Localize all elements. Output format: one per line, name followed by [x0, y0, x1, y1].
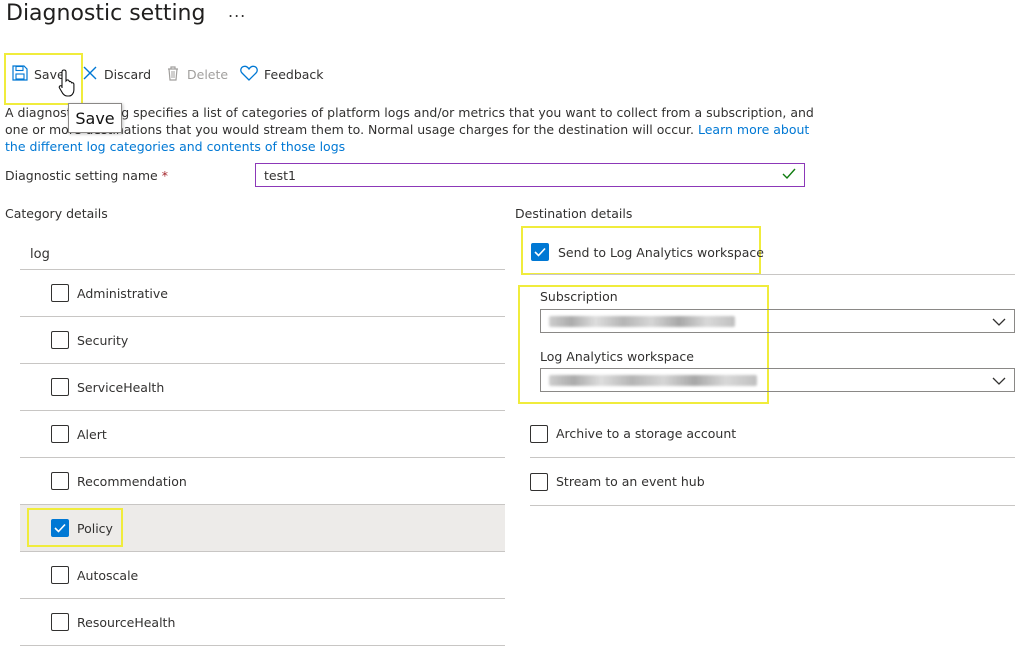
policy-highlight [27, 508, 123, 547]
workspace-dropdown[interactable] [540, 368, 1015, 392]
destination-details-heading: Destination details [515, 206, 633, 221]
recommendation-checkbox[interactable] [51, 472, 69, 490]
autoscale-checkbox[interactable] [51, 566, 69, 584]
archive-label: Archive to a storage account [556, 426, 737, 441]
servicehealth-checkbox[interactable] [51, 378, 69, 396]
subscription-dropdown[interactable] [540, 309, 1015, 333]
setting-name-label-text: Diagnostic setting name [5, 168, 158, 183]
setting-name-label: Diagnostic setting name * [5, 168, 168, 183]
required-marker: * [161, 168, 168, 183]
delete-button-label: Delete [187, 66, 229, 82]
event-hub-option[interactable]: Stream to an event hub [530, 458, 1015, 506]
description-text: A diagnostic setting specifies a list of… [5, 104, 815, 155]
category-row-servicehealth[interactable]: ServiceHealth [20, 364, 505, 411]
event-hub-label: Stream to an event hub [556, 474, 705, 489]
category-row-alert[interactable]: Alert [20, 411, 505, 458]
checkmark-icon [534, 247, 546, 257]
feedback-button-label: Feedback [264, 66, 324, 82]
workspace-label: Log Analytics workspace [540, 349, 694, 364]
category-label: Autoscale [77, 567, 139, 583]
more-options-button[interactable]: ... [228, 2, 246, 21]
category-row-security[interactable]: Security [20, 317, 505, 364]
save-button[interactable]: Save [12, 62, 65, 86]
log-analytics-checkbox[interactable] [531, 243, 549, 261]
workspace-value-redacted [549, 374, 757, 386]
category-label: ResourceHealth [77, 614, 176, 630]
category-label: Recommendation [77, 473, 187, 489]
chevron-down-icon [992, 314, 1006, 329]
log-group-header: log [20, 240, 505, 270]
event-hub-checkbox[interactable] [530, 472, 548, 491]
archive-checkbox[interactable] [530, 424, 548, 443]
administrative-checkbox[interactable] [51, 284, 69, 302]
page-title: Diagnostic setting [6, 1, 206, 26]
description-body: A diagnostic setting specifies a list of… [5, 105, 814, 137]
subscription-value-redacted [549, 315, 735, 327]
category-details-heading: Category details [5, 206, 108, 221]
setting-name-value: test1 [264, 167, 296, 183]
chevron-down-icon [992, 373, 1006, 388]
heart-icon [240, 65, 258, 84]
feedback-button[interactable]: Feedback [240, 62, 324, 86]
category-label: Administrative [77, 285, 168, 301]
resourcehealth-checkbox[interactable] [51, 613, 69, 631]
category-label: Alert [77, 426, 107, 442]
security-checkbox[interactable] [51, 331, 69, 349]
archive-option[interactable]: Archive to a storage account [530, 410, 1015, 458]
divider [530, 274, 1015, 275]
close-icon [82, 65, 98, 84]
save-tooltip: Save [68, 103, 122, 133]
valid-check-icon [782, 168, 796, 183]
alert-checkbox[interactable] [51, 425, 69, 443]
category-row-administrative[interactable]: Administrative [20, 270, 505, 317]
trash-icon [165, 65, 181, 84]
category-row-autoscale[interactable]: Autoscale [20, 552, 505, 599]
delete-button[interactable]: Delete [165, 62, 228, 86]
save-icon [12, 64, 28, 84]
discard-button-label: Discard [104, 66, 151, 82]
discard-button[interactable]: Discard [82, 62, 151, 86]
log-analytics-option[interactable]: Send to Log Analytics workspace [531, 243, 764, 261]
category-label: ServiceHealth [77, 379, 165, 395]
pointer-cursor-icon [58, 68, 80, 101]
category-row-resourcehealth[interactable]: ResourceHealth [20, 599, 505, 646]
category-row-recommendation[interactable]: Recommendation [20, 458, 505, 505]
subscription-label: Subscription [540, 289, 618, 304]
category-label: Security [77, 332, 129, 348]
log-analytics-label: Send to Log Analytics workspace [558, 244, 764, 260]
setting-name-input[interactable]: test1 [255, 163, 805, 187]
